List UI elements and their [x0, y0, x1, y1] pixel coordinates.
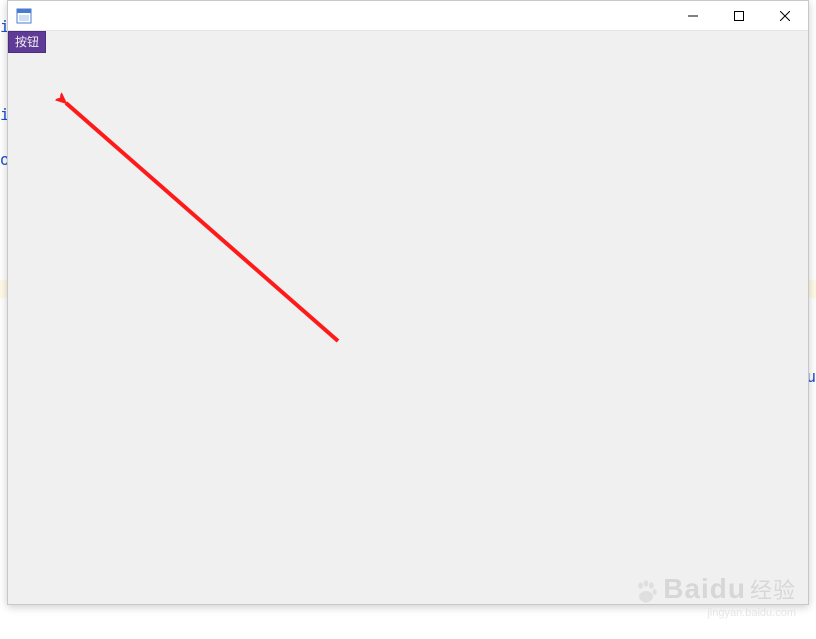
watermark-brand: Baidu: [663, 573, 746, 605]
app-window: 按钮: [7, 0, 809, 605]
annotation-arrow-icon: [38, 71, 358, 361]
window-controls: [670, 1, 808, 30]
watermark-product: 经验: [750, 573, 796, 605]
watermark-url: jingyan.baidu.com: [633, 607, 796, 619]
minimize-button[interactable]: [670, 1, 716, 31]
client-area: 按钮: [8, 31, 808, 604]
close-button[interactable]: [762, 1, 808, 31]
watermark: Baidu 经验 jingyan.baidu.com: [633, 573, 796, 619]
app-icon: [16, 8, 32, 24]
demo-button[interactable]: 按钮: [8, 31, 46, 53]
paw-icon: [633, 579, 659, 605]
maximize-button[interactable]: [716, 1, 762, 31]
titlebar[interactable]: [8, 1, 808, 31]
